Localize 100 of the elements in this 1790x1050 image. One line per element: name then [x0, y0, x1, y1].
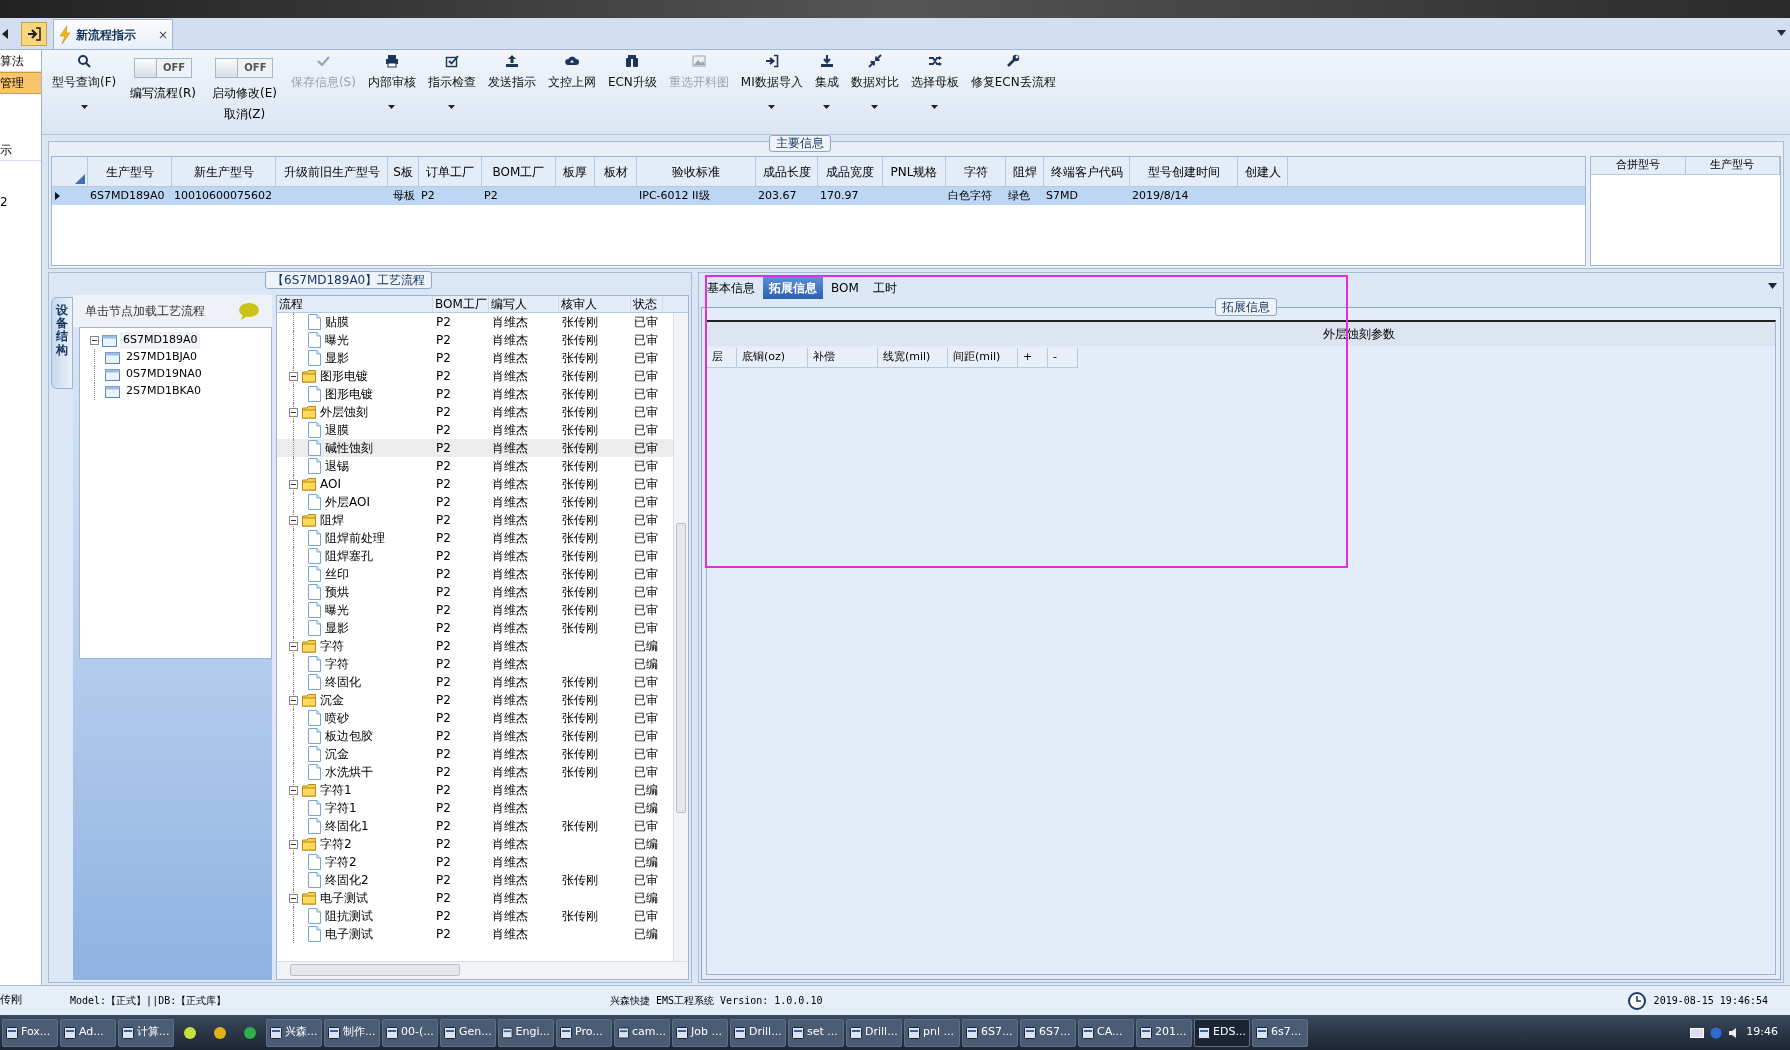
collapse-icon[interactable] [289, 893, 298, 903]
dropdown-caret-icon[interactable] [1768, 283, 1777, 289]
tree-item[interactable]: 2S7MD1BJA0 [123, 349, 201, 366]
column-header[interactable]: 编写人 [489, 296, 559, 312]
column-header[interactable]: 间距(mil) [948, 348, 1018, 368]
collapse-icon[interactable] [289, 785, 298, 795]
collapse-icon[interactable] [289, 371, 298, 381]
column-header[interactable]: 新生产型号 [172, 157, 276, 186]
toolbar-button[interactable]: 修复ECN丢流程 [964, 50, 1062, 130]
column-header[interactable]: 板厚 [556, 157, 595, 186]
table-cell-text: P2 [435, 674, 452, 691]
tree-item[interactable]: 6S7MD189A0 [120, 332, 201, 349]
taskbar-button[interactable]: EDS... [1194, 1018, 1250, 1047]
table-row[interactable]: 碱性蚀刻 P2 肖维杰 张传刚 已审 [277, 439, 673, 457]
tab[interactable]: 拓展信息 [763, 277, 823, 299]
close-icon[interactable]: × [157, 25, 168, 44]
taskbar-button[interactable]: cam... [614, 1018, 670, 1047]
toolbar-button[interactable]: 集成 [808, 50, 845, 130]
collapse-icon[interactable] [289, 407, 298, 417]
toolbar-button[interactable]: MI数据导入 [734, 50, 809, 130]
column-header[interactable]: - [1048, 348, 1078, 368]
column-header[interactable]: 型号创建时间 [1130, 157, 1238, 186]
column-header[interactable]: 层 [707, 348, 737, 368]
table-row[interactable]: 6S7MD189A0 10010600075602 母板 P2 P2 IPC-6012 II级 203.67 170.97 白色字符 绿色 S7MD 2019/8/14 [52, 187, 1585, 205]
taskbar-button[interactable]: 00-(... [382, 1018, 438, 1047]
collapse-icon[interactable] [289, 479, 298, 489]
taskbar-button[interactable]: 兴森... [266, 1018, 322, 1047]
column-header[interactable]: 字符 [946, 157, 1006, 186]
taskbar-button[interactable]: 6S7... [1020, 1018, 1076, 1047]
toggle-switch[interactable]: OFF [134, 58, 193, 78]
column-header[interactable]: 订单工厂 [419, 157, 482, 186]
taskbar-button[interactable]: 201... [1136, 1018, 1192, 1047]
column-header[interactable]: PNL规格 [883, 157, 946, 186]
taskbar-button[interactable]: 制作... [324, 1018, 380, 1047]
collapse-icon[interactable] [289, 695, 298, 705]
column-header[interactable]: 核审人 [559, 296, 631, 312]
column-header[interactable]: BOM工厂 [482, 157, 556, 186]
taskbar-button[interactable]: set ... [788, 1018, 844, 1047]
column-header[interactable]: 状态 [631, 296, 663, 312]
scrollbar-thumb[interactable] [290, 964, 460, 976]
sidebar-item[interactable]: 示 [0, 139, 41, 161]
tab[interactable]: 基本信息 [701, 277, 761, 299]
collapse-icon[interactable] [289, 515, 298, 525]
taskbar-button[interactable]: Engi... [498, 1018, 554, 1047]
taskbar-button[interactable]: Job ... [672, 1018, 728, 1047]
taskbar-button[interactable]: Pro... [556, 1018, 612, 1047]
tab[interactable]: BOM [825, 277, 865, 299]
taskbar-button[interactable]: CA... [1078, 1018, 1134, 1047]
toolbar-button[interactable]: 选择母板 [904, 50, 965, 130]
column-header[interactable]: 创建人 [1238, 157, 1288, 186]
column-header[interactable]: 成品宽度 [818, 157, 883, 186]
toggle-switch[interactable]: OFF [215, 58, 274, 78]
scrollbar-thumb[interactable] [676, 523, 686, 813]
column-header[interactable]: 合拼型号 [1591, 157, 1686, 174]
toolbar-button[interactable]: 型号查询(F) [46, 50, 123, 130]
document-tab[interactable]: 新流程指示 × [53, 19, 173, 49]
column-header[interactable]: 线宽(mil) [878, 348, 948, 368]
collapse-icon[interactable] [289, 641, 298, 651]
column-header[interactable]: + [1018, 348, 1048, 368]
taskbar-button[interactable]: Fox... [2, 1018, 58, 1047]
column-header[interactable]: 流程 [277, 296, 433, 312]
column-header[interactable]: BOM工厂 [433, 296, 489, 312]
column-header[interactable]: 板材 [595, 157, 637, 186]
toolbar-button[interactable]: 文控上网 [541, 50, 602, 130]
toolbar-button[interactable]: 发送指示 [481, 50, 542, 130]
toolbar-button[interactable]: 数据对比 [844, 50, 905, 130]
taskbar-button[interactable]: 计算... [118, 1018, 174, 1047]
taskbar-button[interactable]: Gen... [440, 1018, 496, 1047]
taskbar-button[interactable]: 6s7... [1252, 1018, 1308, 1047]
dropdown-caret-icon[interactable] [1777, 30, 1786, 36]
column-header[interactable]: 升级前旧生产型号 [276, 157, 388, 186]
column-header[interactable]: 阻焊 [1006, 157, 1044, 186]
vertical-tab[interactable]: 设备结构 [51, 297, 73, 389]
login-button[interactable] [21, 22, 47, 46]
taskbar-button[interactable]: Drill... [846, 1018, 902, 1047]
column-header[interactable]: 验收标准 [637, 157, 756, 186]
column-header[interactable]: 成品长度 [756, 157, 818, 186]
collapse-icon[interactable] [289, 839, 298, 849]
toolbar-button[interactable]: 指示检查 [421, 50, 482, 130]
tab[interactable]: 工时 [866, 277, 903, 299]
taskbar-button[interactable]: Ad... [60, 1018, 116, 1047]
column-header[interactable]: 终端客户代码 [1044, 157, 1130, 186]
tree-item[interactable]: 0S7MD19NA0 [123, 366, 205, 383]
sidebar-item[interactable]: 管理 [0, 72, 41, 94]
toolbar-button[interactable]: ECN升级 [601, 50, 663, 130]
column-header[interactable]: 底铜(oz) [737, 348, 808, 368]
toolbar-button[interactable]: 内部审核 [361, 50, 422, 130]
taskbar-button[interactable]: pnl ... [904, 1018, 960, 1047]
step-name: 沉金 [320, 692, 344, 709]
vertical-scrollbar[interactable] [673, 313, 688, 961]
taskbar-button[interactable]: Drill... [730, 1018, 786, 1047]
column-header[interactable]: 生产型号 [88, 157, 172, 186]
tree-item[interactable]: 2S7MD1BKA0 [123, 383, 205, 400]
column-header[interactable]: S板 [388, 157, 419, 186]
sidebar-item[interactable]: 2 [0, 191, 41, 213]
taskbar-button[interactable]: 6S7... [962, 1018, 1018, 1047]
column-header[interactable]: 补偿 [808, 348, 878, 368]
horizontal-scrollbar[interactable] [277, 961, 688, 979]
column-header[interactable]: 生产型号 [1685, 157, 1780, 174]
collapse-icon[interactable] [90, 336, 99, 345]
